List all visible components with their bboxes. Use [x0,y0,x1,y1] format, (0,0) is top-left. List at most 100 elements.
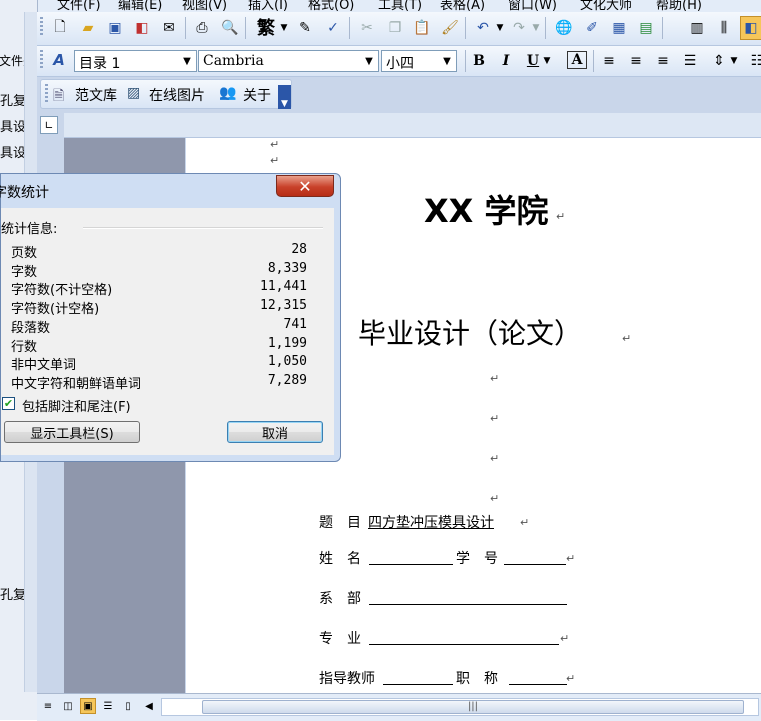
chevron-down-icon[interactable]: ▼ [542,51,552,71]
hyperlink-icon[interactable]: 🌐 [554,18,574,38]
underline-button[interactable]: U [523,51,543,71]
name-field[interactable] [369,550,453,565]
stat-row: 字数 8,339 [11,261,307,280]
standard-toolbar: 🗋 ▰ ▣ ◧ ✉ ⎙ 🔍 繁 ▼ ✎ ✓ ✂ ❐ 📋 🖌 ↶ ▼ ↷ ▼ 🌐 … [37,12,761,46]
open-folder-icon[interactable]: ▰ [78,18,98,38]
stat-label: 行数 [11,340,38,355]
users-icon: 👥 [219,85,237,101]
stat-row: 字符数(计空格) 12,315 [11,298,307,317]
web-view-icon[interactable]: ◫ [60,698,76,714]
italic-button[interactable]: I [496,51,516,71]
print-layout-view-icon[interactable]: ▣ [80,698,96,714]
menu-file[interactable]: 文件(F) [57,0,101,12]
tab-selector[interactable]: ∟ [40,116,58,134]
chevron-down-icon[interactable]: ▼ [440,52,454,70]
align-left-icon[interactable]: ≡ [599,51,619,71]
chevron-down-icon[interactable]: ▼ [531,18,541,38]
redo-icon[interactable]: ↷ [509,18,529,38]
font-select[interactable]: Cambria ▼ [198,50,379,72]
scroll-left-icon[interactable]: ◀ [141,698,157,714]
scrollbar-thumb[interactable]: ||| [202,700,744,714]
new-document-icon[interactable]: 🗋 [50,18,70,38]
normal-view-icon[interactable]: ≡ [40,698,56,714]
menu-help[interactable]: 帮助(H) [656,0,702,12]
template-library-label: 范文库 [75,88,117,104]
cancel-button[interactable]: 取消 [227,421,323,443]
chevron-down-icon[interactable]: ▼ [729,51,739,71]
chevron-down-icon[interactable]: ▼ [279,18,289,38]
columns-icon[interactable]: ▥ [687,18,707,38]
show-toolbar-button[interactable]: 显示工具栏(S) [4,421,140,443]
left-pane-text: 具设 [0,146,27,161]
chevron-down-icon[interactable]: ▼ [495,18,505,38]
cut-icon[interactable]: ✂ [357,18,377,38]
bold-button[interactable]: B [469,51,489,71]
traditional-chinese-icon[interactable]: 繁 [253,17,279,39]
reading-view-icon[interactable]: ▯ [120,698,136,714]
permission-icon[interactable]: ◧ [132,18,152,38]
menu-window[interactable]: 窗口(W) [508,0,557,12]
stat-row: 非中文单词 1,050 [11,354,307,373]
stat-row: 段落数 741 [11,317,307,336]
about-label: 关于 [243,88,271,104]
major-field[interactable] [369,630,559,645]
paste-icon[interactable]: 📋 [412,18,432,38]
menu-insert[interactable]: 插入(I) [248,0,288,12]
format-painter-icon[interactable]: 🖌 [440,18,460,38]
toolbar-grip[interactable] [40,50,43,70]
copy-icon[interactable]: ❐ [385,18,405,38]
spelling-icon[interactable]: ✓ [323,18,343,38]
menu-format[interactable]: 格式(O) [308,0,354,12]
print-icon[interactable]: ⎙ [192,18,212,38]
horizontal-scrollbar[interactable]: ||| [161,698,759,716]
menu-tools[interactable]: 工具(T) [378,0,422,12]
toolbar-grip[interactable] [40,17,43,37]
tables-borders-icon[interactable]: ✐ [582,18,602,38]
undo-icon[interactable]: ↶ [473,18,493,38]
align-center-icon[interactable]: ≡ [626,51,646,71]
font-size-select[interactable]: 小四 ▼ [381,50,457,72]
student-id-field[interactable] [504,550,566,565]
college-title: XX 学院 [424,192,549,230]
close-icon[interactable]: ✕ [276,175,334,197]
styles-formatting-icon[interactable]: A [49,50,69,70]
include-notes-label[interactable]: 包括脚注和尾注(F) [22,396,131,415]
character-border-button[interactable]: A [567,51,587,69]
document-map-icon[interactable]: ◧ [740,16,761,40]
email-icon[interactable]: ✉ [159,18,179,38]
font-size-select-value: 小四 [386,56,414,72]
insert-excel-icon[interactable]: ▤ [636,18,656,38]
style-select[interactable]: 目录 1 ▼ [74,50,197,72]
advisor-field[interactable] [383,670,453,685]
drawing-icon[interactable]: ⫼ [714,18,734,38]
department-field[interactable] [369,590,567,605]
chevron-down-icon[interactable]: ▼ [362,52,376,70]
research-icon[interactable]: ✎ [295,18,315,38]
chevron-down-icon[interactable]: ▼ [180,52,194,70]
numbering-icon[interactable]: ☷ [747,51,761,71]
menu-edit[interactable]: 编辑(E) [118,0,162,12]
stat-value: 8,339 [267,261,307,276]
position-field[interactable] [509,670,567,685]
print-preview-icon[interactable]: 🔍 [220,18,240,38]
outline-view-icon[interactable]: ☰ [100,698,116,714]
stat-value: 11,441 [260,279,307,294]
toolbar-grip[interactable] [45,84,48,104]
online-images-button[interactable]: ▨ 在线图片 [127,84,215,104]
stat-row: 行数 1,199 [11,336,307,355]
position-label: 职 称 [456,671,498,687]
distributed-align-icon[interactable]: ☰ [680,51,700,71]
line-spacing-icon[interactable]: ⇕ [709,51,729,71]
stat-value: 7,289 [267,373,307,388]
align-right-icon[interactable]: ≡ [653,51,673,71]
include-notes-checkbox[interactable]: ✔ [2,397,15,410]
template-library-button[interactable]: 🗎 范文库 [53,84,131,104]
menu-table[interactable]: 表格(A) [440,0,485,12]
horizontal-ruler[interactable] [64,113,761,138]
menu-view[interactable]: 视图(V) [182,0,227,12]
toolbar-options-icon[interactable]: ▼ [278,85,291,109]
about-button[interactable]: 👥 关于 [219,84,279,104]
menu-wenhua[interactable]: 文化大师 [580,0,632,12]
insert-table-icon[interactable]: ▦ [609,18,629,38]
save-icon[interactable]: ▣ [105,18,125,38]
